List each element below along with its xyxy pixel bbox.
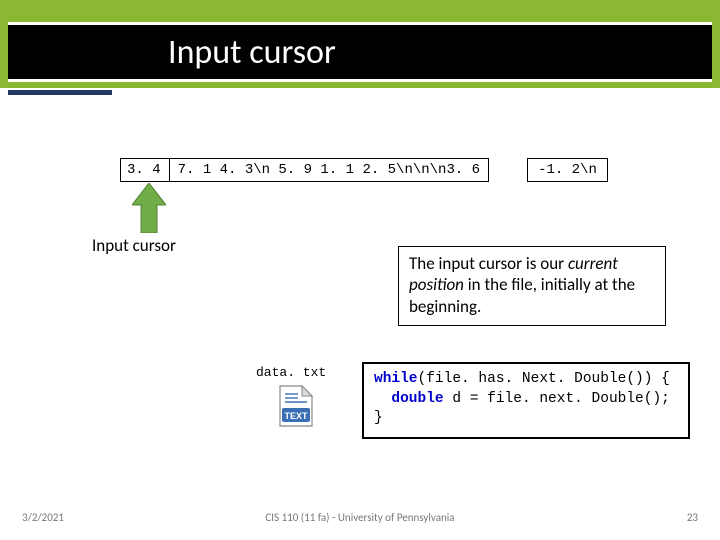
underline-strip: [8, 90, 112, 95]
footer-center: CIS 110 (11 fa) - University of Pennsylv…: [0, 511, 720, 524]
footer-page: 23: [687, 511, 698, 524]
slide-title: Input cursor: [168, 32, 336, 73]
text-file-icon: TEXT: [278, 384, 314, 428]
title-band: Input cursor: [0, 0, 720, 88]
cursor-label: Input cursor: [92, 235, 176, 256]
code-l2-rest: d = file. next. Double();: [444, 391, 670, 407]
title-inner: Input cursor: [8, 22, 712, 82]
code-l3: }: [374, 410, 383, 426]
file-label: data. txt: [256, 365, 326, 380]
stream-tail: -1. 2\n: [527, 158, 608, 182]
code-l1-rest: (file. has. Next. Double()) {: [418, 371, 670, 387]
stream-rest: 7. 1 4. 3\n 5. 9 1. 1 2. 5\n\n\n3. 6: [170, 158, 489, 182]
svg-text:TEXT: TEXT: [284, 411, 308, 421]
cursor-arrow-icon: [132, 183, 166, 233]
data-stream: 3. 4 7. 1 4. 3\n 5. 9 1. 1 2. 5\n\n\n3. …: [120, 158, 608, 182]
explain-text-1: The input cursor is our: [409, 253, 568, 274]
kw-while: while: [374, 371, 418, 387]
code-l2-indent: [374, 391, 391, 407]
kw-double: double: [391, 391, 443, 407]
explanation-box: The input cursor is our current position…: [398, 246, 666, 326]
stream-first-token: 3. 4: [120, 158, 170, 182]
code-box: while(file. has. Next. Double()) { doubl…: [362, 362, 690, 439]
